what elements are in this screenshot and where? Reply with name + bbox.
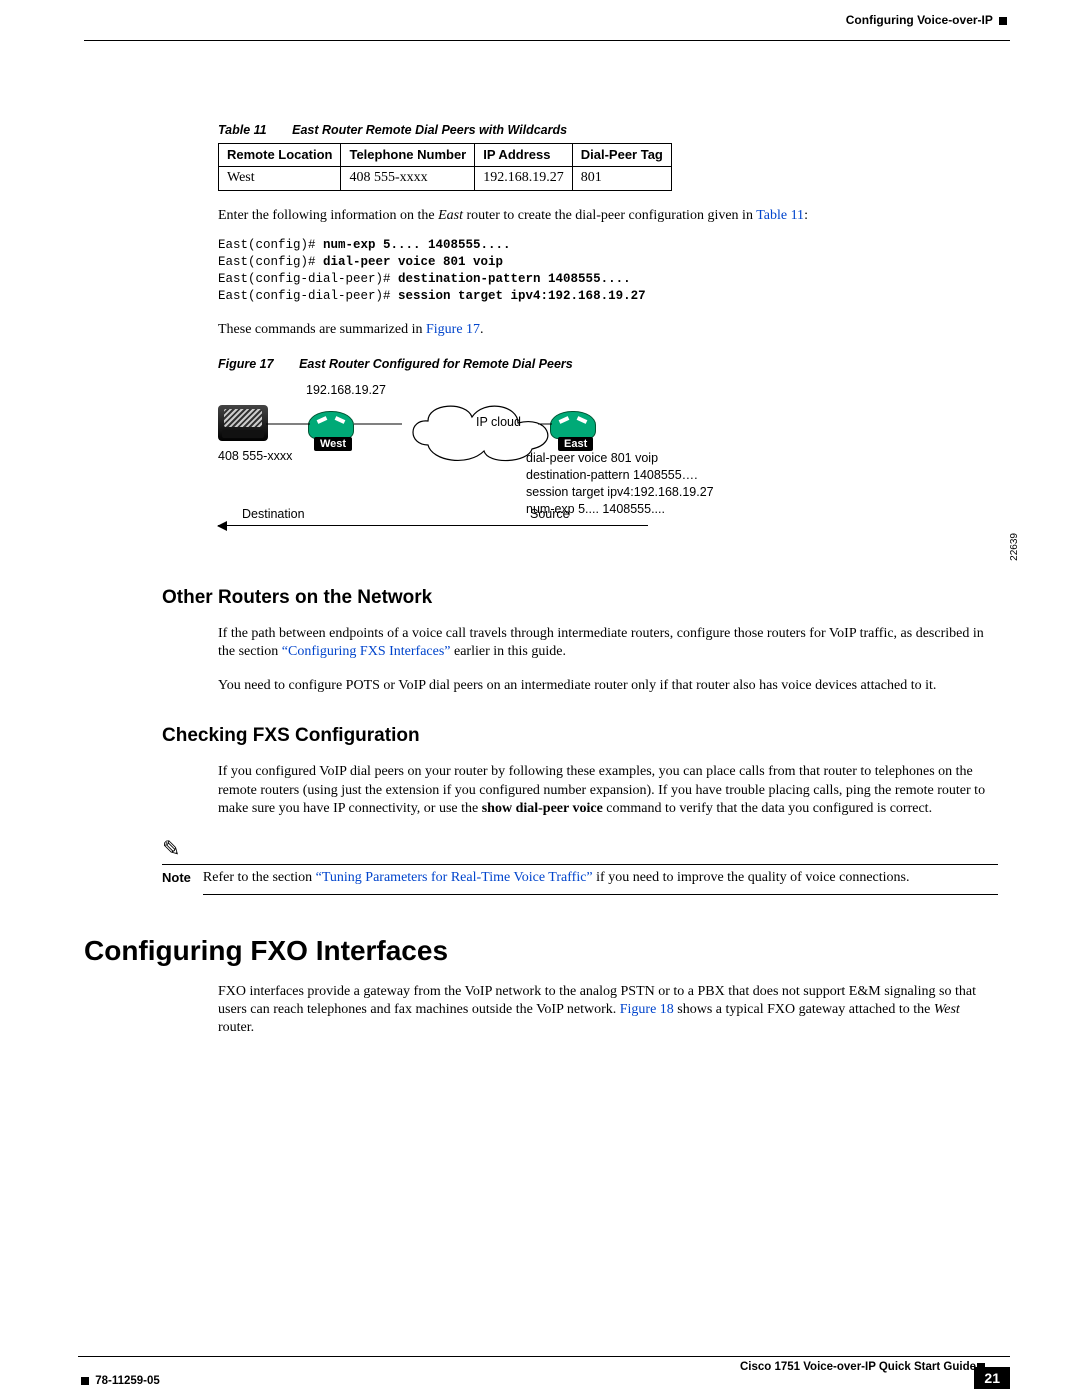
summary-paragraph: These commands are summarized in Figure … xyxy=(218,321,998,339)
footer-square-icon xyxy=(81,1377,89,1385)
figure-caption: Figure 17 East Router Configured for Rem… xyxy=(218,357,998,371)
section-checking-fxs: Checking FXS Configuration xyxy=(162,725,1010,747)
td-ip-address: 192.168.19.27 xyxy=(475,167,573,191)
note-block: ✎ Note Refer to the section “Tuning Para… xyxy=(162,836,998,895)
th-dial-peer-tag: Dial-Peer Tag xyxy=(572,144,671,167)
west-router-icon xyxy=(308,411,354,439)
tuning-params-link[interactable]: “Tuning Parameters for Real-Time Voice T… xyxy=(316,870,593,885)
cloud-label: IP cloud xyxy=(476,415,521,429)
direction-arrow: Destination Source xyxy=(218,525,648,526)
east-router-label: East xyxy=(558,437,593,451)
section-configuring-fxo: Configuring FXO Interfaces xyxy=(84,935,1010,967)
section-other-routers: Other Routers on the Network xyxy=(162,587,1010,609)
show-dial-peer-cmd: show dial-peer voice xyxy=(482,801,603,816)
dial-peer-table: Remote Location Telephone Number IP Addr… xyxy=(218,143,672,191)
figure17-link[interactable]: Figure 17 xyxy=(426,322,480,337)
figure-diagram: 192.168.19.27 408 555-xxxx West IP cloud… xyxy=(218,377,998,557)
table-row: West 408 555-xxxx 192.168.19.27 801 xyxy=(219,167,672,191)
telephone-label: 408 555-xxxx xyxy=(218,449,292,463)
phone-icon xyxy=(218,405,268,441)
figure18-link[interactable]: Figure 18 xyxy=(620,1002,674,1017)
ip-label: 192.168.19.27 xyxy=(306,383,386,397)
destination-label: Destination xyxy=(242,507,305,521)
east-router-icon xyxy=(550,411,596,439)
config-code-block: East(config)# num-exp 5.... 1408555.... … xyxy=(218,237,998,305)
checking-fxs-p1: If you configured VoIP dial peers on you… xyxy=(218,763,998,818)
fxo-p1: FXO interfaces provide a gateway from th… xyxy=(218,983,998,1038)
table-caption: Table 11 East Router Remote Dial Peers w… xyxy=(218,123,998,137)
page-footer: Cisco 1751 Voice-over-IP Quick Start Gui… xyxy=(78,1356,1010,1357)
td-dial-peer-tag: 801 xyxy=(572,167,671,191)
td-remote-location: West xyxy=(219,167,341,191)
east-em: East xyxy=(438,208,463,223)
pencil-icon: ✎ xyxy=(162,836,998,862)
figure-number: Figure 17 xyxy=(218,357,274,371)
configuring-fxs-link[interactable]: “Configuring FXS Interfaces” xyxy=(282,644,451,659)
th-remote-location: Remote Location xyxy=(219,144,341,167)
header-square-icon xyxy=(999,17,1007,25)
west-router-label: West xyxy=(314,437,352,451)
west-em: West xyxy=(934,1002,960,1017)
figure-title: East Router Configured for Remote Dial P… xyxy=(299,357,573,371)
td-telephone-number: 408 555-xxxx xyxy=(341,167,475,191)
header-rule: Configuring Voice-over-IP xyxy=(84,40,1010,41)
intro-paragraph: Enter the following information on the E… xyxy=(218,207,998,225)
note-label: Note xyxy=(162,869,191,895)
figure-jobnum: 22639 xyxy=(1009,533,1020,561)
other-routers-p2: You need to configure POTS or VoIP dial … xyxy=(218,677,998,695)
note-body: Refer to the section “Tuning Parameters … xyxy=(203,869,998,895)
th-ip-address: IP Address xyxy=(475,144,573,167)
line-icon xyxy=(538,423,552,425)
table11-link[interactable]: Table 11 xyxy=(756,208,804,223)
table-number: Table 11 xyxy=(218,123,267,137)
table-title: East Router Remote Dial Peers with Wildc… xyxy=(292,123,567,137)
running-header: Configuring Voice-over-IP xyxy=(846,13,1010,27)
line-icon xyxy=(354,423,402,425)
line-icon xyxy=(266,423,310,425)
other-routers-p1: If the path between endpoints of a voice… xyxy=(218,625,998,661)
arrow-icon xyxy=(218,525,648,526)
th-telephone-number: Telephone Number xyxy=(341,144,475,167)
page-number: 21 xyxy=(974,1367,1010,1389)
footer-doc-code: 78-11259-05 xyxy=(78,1375,160,1387)
running-header-text: Configuring Voice-over-IP xyxy=(846,13,993,27)
footer-rule: Cisco 1751 Voice-over-IP Quick Start Gui… xyxy=(78,1356,1010,1357)
source-label: Source xyxy=(530,507,570,521)
footer-book-title: Cisco 1751 Voice-over-IP Quick Start Gui… xyxy=(740,1361,976,1373)
